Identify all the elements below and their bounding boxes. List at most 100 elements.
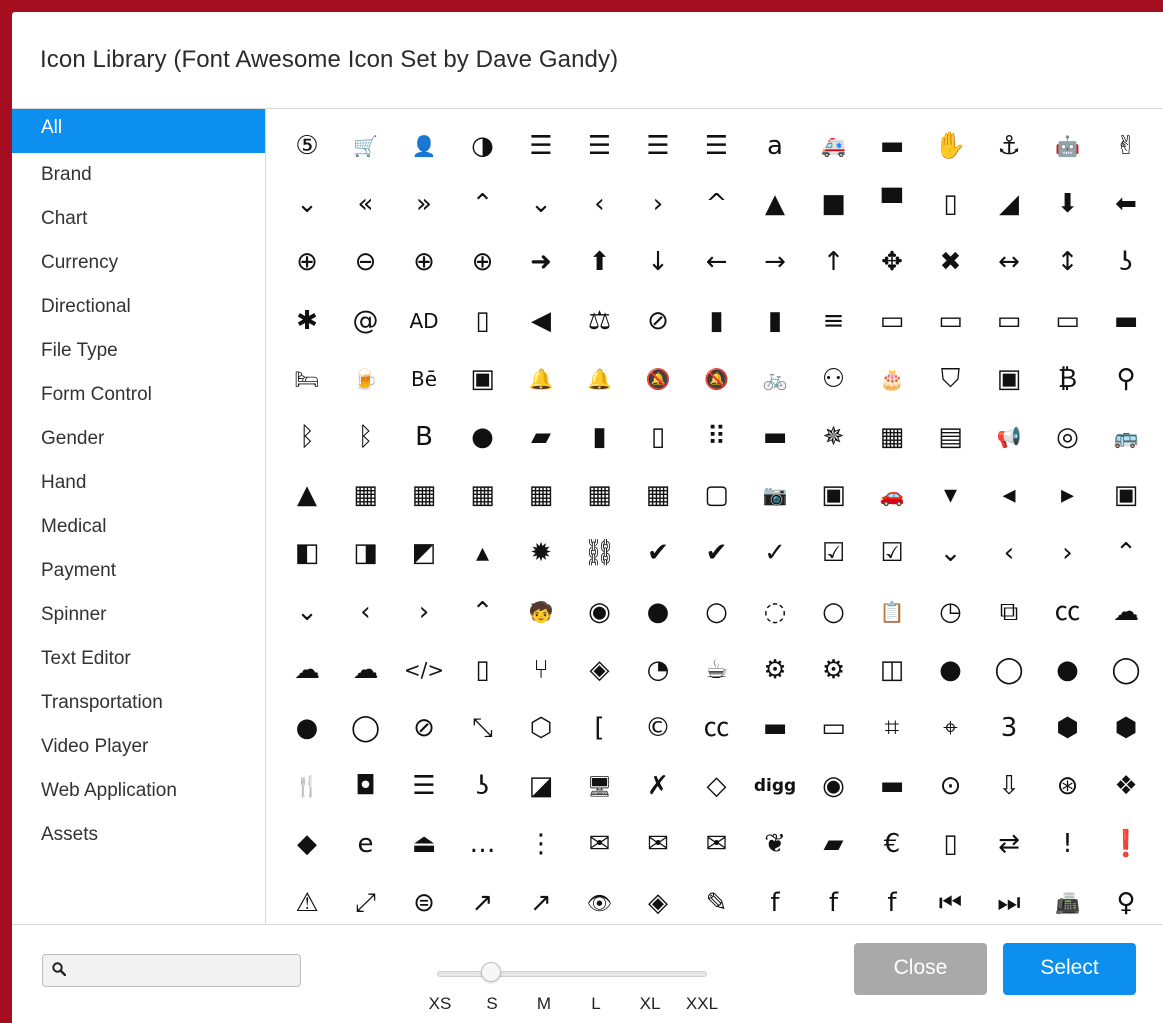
bitcoin-icon[interactable]: ₿ bbox=[1039, 350, 1097, 408]
codepen-icon[interactable]: ◈ bbox=[571, 641, 629, 699]
category-medical[interactable]: Medical bbox=[12, 505, 265, 549]
blind-icon[interactable]: ⚲ bbox=[1097, 350, 1155, 408]
code-icon[interactable]: </> bbox=[395, 641, 453, 699]
delicious-icon[interactable]: ◪ bbox=[512, 757, 570, 815]
building-o-icon[interactable]: ▤ bbox=[922, 408, 980, 466]
slider-thumb[interactable] bbox=[481, 962, 501, 982]
bold-icon[interactable]: B bbox=[395, 408, 453, 466]
file-excel-icon[interactable]: ▯ bbox=[922, 815, 980, 873]
bluetooth-b-icon[interactable]: ᛒ bbox=[337, 408, 395, 466]
circle-o-notch-icon[interactable]: ◌ bbox=[746, 583, 804, 641]
facebook-official-icon[interactable]: f bbox=[863, 874, 921, 924]
fast-backward-icon[interactable]: ⏮ bbox=[922, 874, 980, 924]
braille-icon[interactable]: ⠿ bbox=[688, 408, 746, 466]
cart-arrow-down-icon[interactable]: 🛒 bbox=[337, 117, 395, 175]
size-label-s[interactable]: S bbox=[486, 994, 497, 1014]
ellipsis-h-icon[interactable]: … bbox=[454, 815, 512, 873]
archive-icon[interactable]: ▀ bbox=[863, 175, 921, 233]
category-assets[interactable]: Assets bbox=[12, 813, 265, 857]
size-label-m[interactable]: M bbox=[537, 994, 551, 1014]
bug-icon[interactable]: ✵ bbox=[805, 408, 863, 466]
check-circle-o-icon[interactable]: ✓ bbox=[746, 524, 804, 582]
search-field[interactable] bbox=[42, 954, 301, 988]
compress-icon[interactable]: ⤡ bbox=[454, 699, 512, 757]
category-text-editor[interactable]: Text Editor bbox=[12, 637, 265, 681]
category-transportation[interactable]: Transportation bbox=[12, 681, 265, 725]
category-payment[interactable]: Payment bbox=[12, 549, 265, 593]
html5-icon[interactable]: ⑤ bbox=[278, 117, 336, 175]
female-icon[interactable]: ♀ bbox=[1097, 874, 1155, 924]
eraser-icon[interactable]: ▰ bbox=[805, 815, 863, 873]
chevron-circle-left-icon[interactable]: ‹ bbox=[980, 524, 1038, 582]
expeditedssl-icon[interactable]: ⊜ bbox=[395, 874, 453, 924]
chain-broken-icon[interactable]: ⛓ bbox=[571, 524, 629, 582]
chevron-circle-up-icon[interactable]: ⌃ bbox=[1097, 524, 1155, 582]
category-brand[interactable]: Brand bbox=[12, 153, 265, 197]
arrows-icon[interactable]: ✥ bbox=[863, 233, 921, 291]
eye-icon[interactable]: 👁 bbox=[571, 874, 629, 924]
comments-icon[interactable]: ● bbox=[278, 699, 336, 757]
bus-icon[interactable]: 🚌 bbox=[1097, 408, 1155, 466]
birthday-cake-icon[interactable]: 🎂 bbox=[863, 350, 921, 408]
bookmark-o-icon[interactable]: ▯ bbox=[629, 408, 687, 466]
assistive-listening-icon[interactable]: ʖ bbox=[1097, 233, 1155, 291]
crosshairs-icon[interactable]: ⌖ bbox=[922, 699, 980, 757]
cc-discover-icon[interactable]: ▬ bbox=[863, 757, 921, 815]
facebook-square-icon[interactable]: f bbox=[805, 874, 863, 924]
comments-o-icon[interactable]: ◯ bbox=[337, 699, 395, 757]
size-label-xs[interactable]: XS bbox=[429, 994, 452, 1014]
contao-icon[interactable]: [ bbox=[571, 699, 629, 757]
arrows-h-icon[interactable]: ↔ bbox=[980, 233, 1038, 291]
chevron-up-icon[interactable]: ⌃ bbox=[454, 583, 512, 641]
copyright-icon[interactable]: © bbox=[629, 699, 687, 757]
envelope-square-icon[interactable]: ✉ bbox=[688, 815, 746, 873]
commenting-o-icon[interactable]: ◯ bbox=[1097, 641, 1155, 699]
bluetooth-icon[interactable]: ᛒ bbox=[278, 408, 336, 466]
clone-icon[interactable]: ⧉ bbox=[980, 583, 1038, 641]
chevron-left-icon[interactable]: ‹ bbox=[337, 583, 395, 641]
category-hand[interactable]: Hand bbox=[12, 461, 265, 505]
bullseye-icon[interactable]: ◎ bbox=[1039, 408, 1097, 466]
category-currency[interactable]: Currency bbox=[12, 241, 265, 285]
category-form-control[interactable]: Form Control bbox=[12, 373, 265, 417]
chevron-right-icon[interactable]: › bbox=[395, 583, 453, 641]
angle-double-down-icon[interactable]: ⌄ bbox=[278, 175, 336, 233]
at-icon[interactable]: @ bbox=[337, 292, 395, 350]
category-spinner[interactable]: Spinner bbox=[12, 593, 265, 637]
credit-card-icon[interactable]: ▬ bbox=[746, 699, 804, 757]
circle-o-icon[interactable]: ○ bbox=[688, 583, 746, 641]
crop-icon[interactable]: ⌗ bbox=[863, 699, 921, 757]
category-chart[interactable]: Chart bbox=[12, 197, 265, 241]
bed-icon[interactable]: 🛏 bbox=[278, 350, 336, 408]
exchange-icon[interactable]: ⇄ bbox=[980, 815, 1038, 873]
calendar-icon[interactable]: ▦ bbox=[395, 466, 453, 524]
euro-icon[interactable]: € bbox=[863, 815, 921, 873]
cubes-icon[interactable]: ⬢ bbox=[1097, 699, 1155, 757]
file-audio-icon[interactable]: ▯ bbox=[454, 292, 512, 350]
size-label-l[interactable]: L bbox=[591, 994, 600, 1014]
adjust-icon[interactable]: ◑ bbox=[454, 117, 512, 175]
diamond-icon[interactable]: ◇ bbox=[688, 757, 746, 815]
file-code-icon[interactable]: ▯ bbox=[454, 641, 512, 699]
envira-icon[interactable]: ❦ bbox=[746, 815, 804, 873]
cogs-icon[interactable]: ⚙ bbox=[805, 641, 863, 699]
area-chart-icon[interactable]: ◢ bbox=[980, 175, 1038, 233]
align-right-icon[interactable]: ☰ bbox=[688, 117, 746, 175]
android-icon[interactable]: 🤖 bbox=[1039, 117, 1097, 175]
caret-square-right-icon[interactable]: ◨ bbox=[337, 524, 395, 582]
select-button[interactable]: Select bbox=[1003, 943, 1136, 995]
bicycle-icon[interactable]: 🚲 bbox=[746, 350, 804, 408]
battery-3-icon[interactable]: ▭ bbox=[863, 292, 921, 350]
angle-right-icon[interactable]: › bbox=[629, 175, 687, 233]
arrow-circle-o-up-icon[interactable]: ⊕ bbox=[454, 233, 512, 291]
comment-icon[interactable]: ● bbox=[922, 641, 980, 699]
angle-double-left-icon[interactable]: « bbox=[337, 175, 395, 233]
exclamation-triangle-icon[interactable]: ⚠ bbox=[278, 874, 336, 924]
eyedropper-icon[interactable]: ✎ bbox=[688, 874, 746, 924]
facebook-icon[interactable]: f bbox=[746, 874, 804, 924]
caret-square-up-icon[interactable]: ◩ bbox=[395, 524, 453, 582]
caret-square-down-icon[interactable]: ▣ bbox=[1097, 466, 1155, 524]
align-left-icon[interactable]: ☰ bbox=[629, 117, 687, 175]
caret-left-icon[interactable]: ◂ bbox=[980, 466, 1038, 524]
caret-right-icon[interactable]: ▸ bbox=[1039, 466, 1097, 524]
